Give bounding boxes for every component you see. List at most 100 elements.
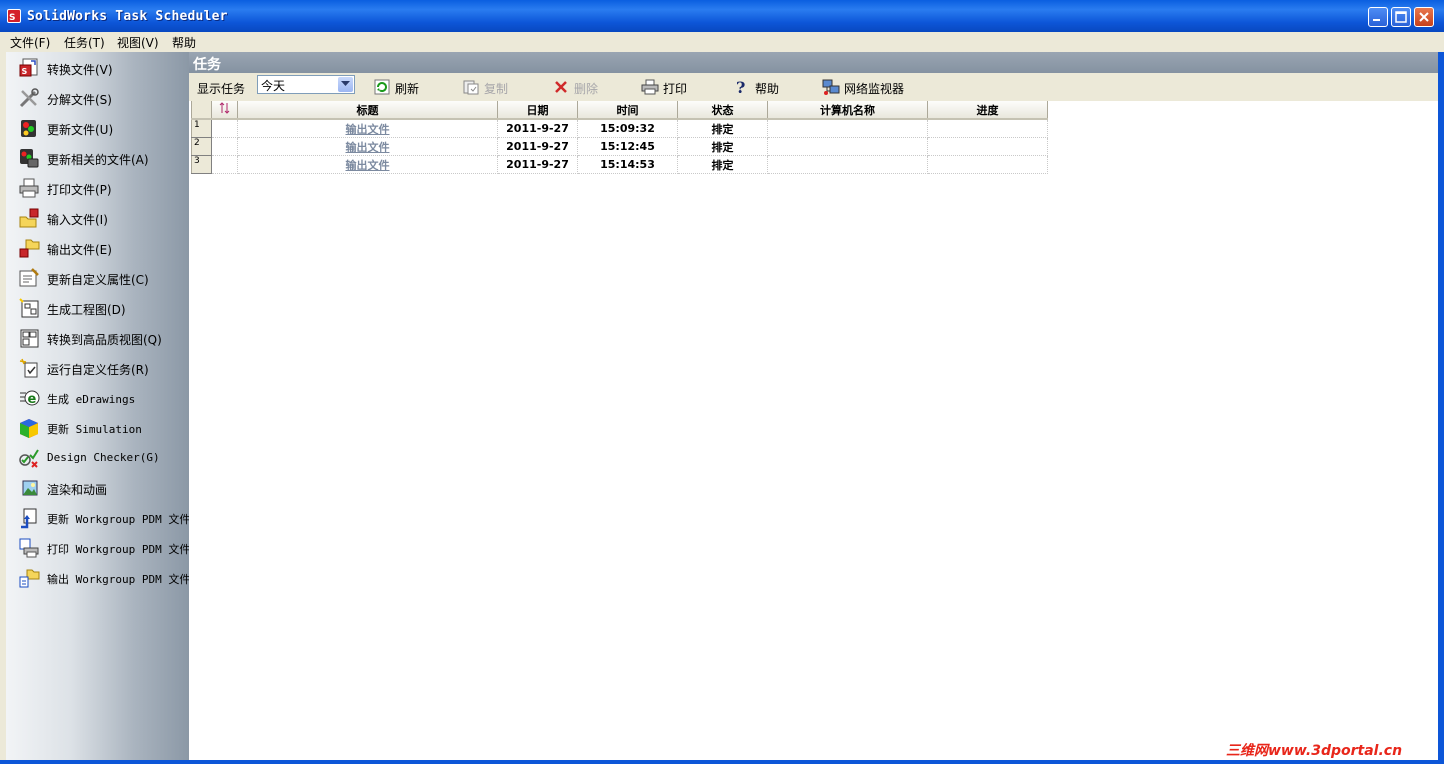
sidebar-item-convert-hq-view[interactable]: 转换到高品质视图(Q) bbox=[6, 325, 189, 351]
task-date: 2011-9-27 bbox=[497, 119, 578, 138]
main-panel: 任务 显示任务 今天 刷新 复制 删除 打印 ? 帮助 网络监视器 标题 日期 … bbox=[189, 52, 1438, 760]
task-time: 15:12:45 bbox=[577, 137, 678, 156]
sidebar-item-label: 更新文件(U) bbox=[47, 123, 114, 137]
task-filter-dropdown[interactable]: 今天 bbox=[257, 75, 355, 94]
task-title-link[interactable]: 输出文件 bbox=[237, 155, 498, 174]
convert-file-icon: S bbox=[19, 58, 38, 77]
render-image-icon bbox=[22, 480, 38, 496]
task-title-link[interactable]: 输出文件 bbox=[237, 137, 498, 156]
pdm-print-icon bbox=[19, 538, 39, 558]
sidebar-item-label: 渲染和动画 bbox=[47, 483, 108, 497]
table-row[interactable]: 3 输出文件 2011-9-27 15:14:53 排定 bbox=[191, 155, 1048, 174]
sidebar-item-update-files[interactable]: 更新文件(U) bbox=[6, 115, 189, 141]
column-computer-name[interactable]: 计算机名称 bbox=[767, 101, 928, 120]
update-related-icon bbox=[20, 149, 39, 168]
sidebar-item-update-simulation[interactable]: 更新 Simulation bbox=[6, 415, 189, 441]
sidebar-item-print-pdm-files[interactable]: 打印 Workgroup PDM 文件 bbox=[6, 535, 191, 561]
copy-label: 复制 bbox=[484, 82, 509, 96]
table-row[interactable]: 1 输出文件 2011-9-27 15:09:32 排定 bbox=[191, 118, 1048, 138]
sidebar-item-label: 输出 Workgroup PDM 文件 bbox=[47, 573, 191, 586]
export-folder-icon bbox=[19, 239, 40, 258]
simulation-cube-icon bbox=[20, 419, 38, 438]
sidebar-item-label: 更新 Workgroup PDM 文件 bbox=[47, 513, 191, 526]
task-status: 排定 bbox=[677, 155, 768, 174]
menu-help[interactable]: 帮助 bbox=[172, 34, 196, 51]
sidebar-item-print-files[interactable]: 打印文件(P) bbox=[6, 175, 189, 201]
help-label: 帮助 bbox=[755, 82, 780, 96]
sidebar-item-export-files[interactable]: 输出文件(E) bbox=[6, 235, 189, 261]
sidebar-item-pack-files[interactable]: 分解文件(S) bbox=[6, 85, 189, 111]
sidebar-item-label: 转换到高品质视图(Q) bbox=[47, 333, 162, 347]
task-computer bbox=[767, 119, 928, 138]
window-right-frame bbox=[1438, 52, 1444, 764]
row-sort-cell bbox=[211, 137, 238, 156]
window-title: SolidWorks Task Scheduler bbox=[27, 9, 228, 24]
sidebar-item-label: 转换文件(V) bbox=[47, 63, 113, 77]
column-status[interactable]: 状态 bbox=[677, 101, 768, 120]
menu-file[interactable]: 文件(F) bbox=[10, 34, 50, 51]
close-button[interactable] bbox=[1414, 7, 1434, 27]
sort-column-header[interactable] bbox=[211, 101, 238, 120]
task-sidebar: S 转换文件(V) 分解文件(S) 更新文件(U) 更新相关的文件(A) 打印文… bbox=[6, 52, 191, 760]
pdm-export-icon bbox=[19, 569, 40, 588]
dropdown-arrow[interactable] bbox=[338, 77, 353, 92]
table-row[interactable]: 2 输出文件 2011-9-27 15:12:45 排定 bbox=[191, 137, 1048, 156]
custom-task-icon bbox=[19, 358, 38, 378]
svg-text:?: ? bbox=[736, 78, 745, 96]
task-filter-value: 今天 bbox=[261, 79, 286, 93]
sidebar-item-import-files[interactable]: 输入文件(I) bbox=[6, 205, 189, 231]
chevron-down-icon bbox=[341, 81, 350, 86]
maximize-button[interactable] bbox=[1391, 7, 1411, 27]
task-status: 排定 bbox=[677, 137, 768, 156]
row-number: 1 bbox=[191, 118, 212, 138]
sidebar-item-label: 输出文件(E) bbox=[47, 243, 112, 257]
menu-view[interactable]: 视图(V) bbox=[117, 34, 159, 51]
column-title[interactable]: 标题 bbox=[237, 101, 498, 120]
task-progress bbox=[927, 137, 1048, 156]
delete-label: 删除 bbox=[574, 82, 599, 96]
tools-icon bbox=[19, 88, 39, 108]
sidebar-item-update-custom-properties[interactable]: 更新自定义属性(C) bbox=[6, 265, 189, 291]
row-sort-cell bbox=[211, 155, 238, 174]
solidworks-logo-icon: S bbox=[7, 9, 21, 23]
refresh-icon bbox=[374, 79, 390, 95]
sidebar-item-run-custom-task[interactable]: 运行自定义任务(R) bbox=[6, 355, 189, 381]
sidebar-item-label: 更新 Simulation bbox=[47, 423, 142, 436]
sidebar-item-update-related[interactable]: 更新相关的文件(A) bbox=[6, 145, 189, 171]
task-date: 2011-9-27 bbox=[497, 155, 578, 174]
network-monitor-label: 网络监视器 bbox=[844, 82, 905, 96]
row-sort-cell bbox=[211, 119, 238, 138]
import-folder-icon bbox=[19, 208, 39, 228]
column-date[interactable]: 日期 bbox=[497, 101, 578, 120]
panel-title: 任务 bbox=[193, 57, 221, 73]
sidebar-item-create-edrawings[interactable]: e 生成 eDrawings bbox=[6, 385, 189, 411]
row-number: 3 bbox=[191, 155, 212, 174]
svg-text:e: e bbox=[28, 392, 37, 407]
sidebar-item-label: 生成 eDrawings bbox=[47, 393, 136, 406]
menu-task[interactable]: 任务(T) bbox=[64, 34, 105, 51]
drawing-icon bbox=[19, 298, 39, 318]
custom-properties-icon bbox=[19, 268, 39, 287]
maximize-icon bbox=[1395, 11, 1407, 23]
pdm-update-icon bbox=[21, 508, 37, 529]
minimize-button[interactable] bbox=[1368, 7, 1388, 27]
row-number: 2 bbox=[191, 137, 212, 156]
sidebar-item-design-checker[interactable]: Design Checker(G) bbox=[6, 445, 189, 471]
title-bar[interactable]: S SolidWorks Task Scheduler bbox=[0, 0, 1444, 32]
sidebar-item-update-pdm-files[interactable]: 更新 Workgroup PDM 文件 bbox=[6, 505, 191, 531]
sidebar-item-create-drawings[interactable]: 生成工程图(D) bbox=[6, 295, 189, 321]
column-time[interactable]: 时间 bbox=[577, 101, 678, 120]
sidebar-item-label: 输入文件(I) bbox=[47, 213, 108, 227]
show-tasks-label: 显示任务 bbox=[197, 82, 246, 96]
table-header-row: 标题 日期 时间 状态 计算机名称 进度 bbox=[191, 101, 1048, 120]
sidebar-item-export-pdm-files[interactable]: 输出 Workgroup PDM 文件 bbox=[6, 565, 191, 591]
sidebar-item-label: 更新相关的文件(A) bbox=[47, 153, 149, 167]
minimize-icon bbox=[1373, 19, 1380, 21]
sidebar-item-convert-files[interactable]: S 转换文件(V) bbox=[6, 55, 189, 81]
sidebar-item-render-animation[interactable]: 渲染和动画 bbox=[6, 475, 189, 501]
sidebar-item-label: 打印 Workgroup PDM 文件 bbox=[47, 543, 191, 556]
close-icon bbox=[1419, 12, 1429, 22]
column-progress[interactable]: 进度 bbox=[927, 101, 1048, 120]
task-title-link[interactable]: 输出文件 bbox=[237, 119, 498, 138]
sidebar-item-label: 更新自定义属性(C) bbox=[47, 273, 149, 287]
